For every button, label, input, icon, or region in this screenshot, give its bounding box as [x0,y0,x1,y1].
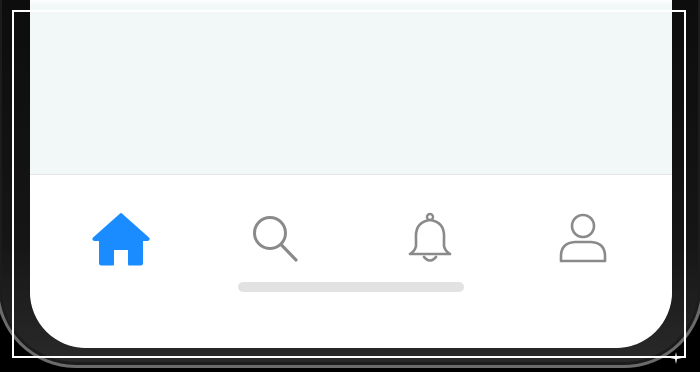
screenshot-stage [0,0,700,372]
content-highlight [30,0,672,6]
search-icon [253,216,298,262]
home-icon-shape [92,213,150,266]
home-icon [92,213,150,266]
tab-home[interactable] [89,207,153,271]
user-icon [559,213,607,263]
bottom-tab-bar [30,174,672,348]
tab-notifications[interactable] [398,207,462,271]
tab-search[interactable] [244,207,308,271]
bell-icon [408,212,452,262]
corner-sparkle-icon [670,352,682,364]
phone-screen [30,0,672,348]
tab-profile[interactable] [551,207,615,271]
content-area[interactable] [30,0,672,174]
home-indicator-bar[interactable] [238,282,464,292]
